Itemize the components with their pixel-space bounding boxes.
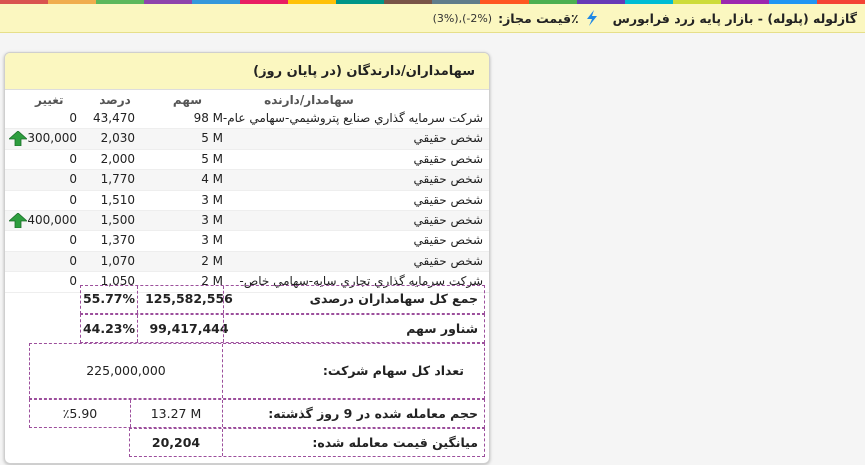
panel-title: سهامداران/دارندگان (در پایان روز)	[5, 53, 489, 90]
col-header-holder: سهامدار/دارنده	[264, 93, 354, 107]
holder-change: 0	[69, 192, 77, 207]
total-shares-label: تعداد کل سهام شرکت:	[322, 363, 464, 378]
holder-name: شخص حقيقي	[413, 151, 484, 166]
arrow-up-icon	[9, 212, 27, 228]
price-limit-value: (3%),(-2%)	[432, 11, 493, 25]
float-box: شناور سهم 99,417,444 44.23%	[80, 314, 485, 343]
holder-name: شخص حقيقي	[413, 131, 484, 146]
volume-9d-box: حجم معامله شده در 9 روز گذشته: 13.27 M ٪…	[29, 399, 485, 428]
table-row: شخص حقيقي 3 M 1,500 400,000	[5, 210, 489, 232]
avg-price-label: میانگین قیمت معامله شده:	[312, 435, 478, 450]
holder-shares: 3 M	[201, 233, 223, 248]
holder-percent: 1,070	[100, 253, 135, 268]
table-row: شخص حقيقي 3 M 1,370 0	[5, 231, 489, 252]
holder-shares: 3 M	[201, 192, 223, 207]
holder-change: 0	[69, 111, 77, 125]
volume-9d-label: حجم معامله شده در 9 روز گذشته:	[268, 406, 478, 421]
symbol-title: گازلوله (پلوله) - بازار پایه زرد فرابورس	[612, 10, 857, 26]
holder-shares: 5 M	[201, 131, 223, 146]
holder-percent: 2,000	[100, 151, 135, 166]
avg-price-box: میانگین قیمت معامله شده: 20,204	[129, 428, 485, 457]
volume-9d-percent: ٪5.90	[62, 406, 98, 421]
holder-name: شخص حقيقي	[413, 253, 484, 268]
holder-name: شرکت سرمايه گذاري صنايع پتروشيمي-سهامي ع…	[223, 111, 483, 125]
holder-percent: 1,500	[100, 212, 135, 227]
col-header-percent: درصد	[99, 93, 131, 107]
holder-name: شخص حقيقي	[413, 212, 484, 227]
lightning-icon	[586, 10, 597, 26]
table-header: سهامدار/دارنده سهم درصد تغییر	[5, 91, 489, 109]
holder-name: شخص حقيقي	[413, 233, 484, 248]
arrow-up-icon	[9, 131, 27, 147]
float-shares: 99,417,444	[149, 321, 229, 336]
holder-name: شخص حقيقي	[413, 192, 484, 207]
table-row: شخص حقيقي 5 M 2,030 300,000	[5, 129, 489, 150]
holder-percent: 43,470	[93, 111, 135, 125]
holder-change: 0	[69, 253, 77, 268]
col-header-shares: سهم	[172, 93, 203, 107]
holder-shares: 98 M	[193, 111, 223, 125]
float-label: شناور سهم	[406, 321, 478, 336]
total-shares-box: تعداد کل سهام شرکت: 225,000,000	[29, 343, 485, 399]
holder-change: 0	[69, 274, 77, 289]
holder-change: 0	[69, 172, 77, 187]
holder-change: 0	[69, 151, 77, 166]
table-row: شخص حقيقي 5 M 2,000 0	[5, 150, 489, 171]
table-row: شخص حقيقي 4 M 1,770 0	[5, 170, 489, 191]
price-limit-label: ٪قیمت مجاز:	[498, 10, 579, 26]
float-percent: 44.23%	[82, 321, 136, 336]
holder-shares: 4 M	[201, 172, 223, 187]
volume-9d-value: 13.27 M	[150, 406, 202, 421]
holder-name: شخص حقيقي	[413, 172, 484, 187]
table-row: شخص حقيقي 2 M 1,070 0	[5, 251, 489, 273]
total-holders-label: جمع کل سهامداران درصدی	[309, 291, 478, 306]
total-holders-box: جمع کل سهامداران درصدی 125,582,556 55.77…	[80, 285, 485, 314]
table-row: شخص حقيقي 3 M 1,510 0	[5, 191, 489, 211]
col-header-change: تغییر	[35, 93, 64, 107]
table-row: شرکت سرمايه گذاري صنايع پتروشيمي-سهامي ع…	[5, 109, 489, 130]
holder-shares: 3 M	[201, 212, 223, 227]
total-shares-value: 225,000,000	[86, 363, 166, 378]
holder-shares: 2 M	[201, 253, 223, 268]
holder-percent: 1,510	[100, 192, 135, 207]
holder-percent: 2,030	[100, 131, 135, 146]
shareholders-panel: سهامداران/دارندگان (در پایان روز) سهامدا…	[4, 52, 490, 464]
holder-change: 0	[69, 233, 77, 248]
shareholders-table: سهامدار/دارنده سهم درصد تغییر شرکت سرماي…	[5, 91, 489, 293]
holder-shares: 5 M	[201, 151, 223, 166]
holder-percent: 1,770	[100, 172, 135, 187]
total-holders-shares: 125,582,556	[145, 291, 233, 306]
avg-price-value: 20,204	[151, 435, 201, 450]
total-holders-percent: 55.77%	[82, 291, 136, 306]
holder-percent: 1,370	[100, 233, 135, 248]
symbol-header-bar: گازلوله (پلوله) - بازار پایه زرد فرابورس…	[0, 4, 865, 33]
